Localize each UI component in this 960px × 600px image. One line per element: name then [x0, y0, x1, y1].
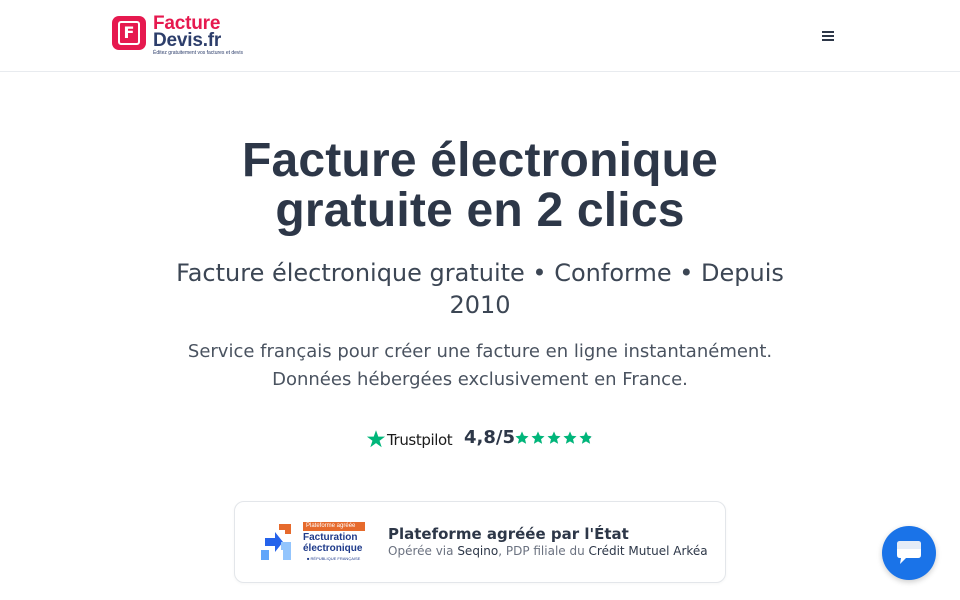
- rating-star-icon: [515, 431, 529, 444]
- hero-description: Service français pour créer une facture …: [150, 338, 810, 394]
- partner-name: Seqino: [457, 544, 499, 558]
- logo-mark-letter: F: [118, 21, 140, 45]
- logo-text-devis: Devis.fr: [153, 30, 222, 51]
- rating-star-icon: [547, 431, 561, 444]
- bank-name: Crédit Mutuel Arkéa: [588, 544, 708, 558]
- logo-mark-icon: F: [112, 16, 146, 50]
- badge-subtitle: Opérée via Seqino, PDP filiale du Crédit…: [388, 544, 708, 558]
- logo-tagline: Éditez gratuitement vos factures et devi…: [153, 50, 244, 56]
- facturation-electronique-logo: Plateforme agréée Facturation électroniq…: [259, 520, 369, 564]
- logo-name-line1: Facturation: [303, 532, 358, 543]
- approval-arrows-icon: [261, 524, 291, 560]
- hero-description-line2: Données hébergées exclusivement en Franc…: [272, 369, 688, 390]
- state-approval-badge: Plateforme agréée Facturation électroniq…: [234, 501, 726, 583]
- trustpilot-brand: Trustpilot: [387, 431, 453, 449]
- badge-title: Plateforme agréée par l'État: [388, 525, 629, 543]
- hero-title: Facture électronique gratuite en 2 clics: [140, 136, 820, 236]
- hamburger-icon: [816, 31, 840, 41]
- logo-name-line2: électronique: [303, 543, 363, 554]
- chat-button[interactable]: [882, 526, 936, 580]
- rating-star-icon: [531, 431, 545, 444]
- trustpilot-rating[interactable]: Trustpilot 4,8/5: [366, 426, 606, 452]
- hero-title-line1: Facture électronique: [241, 134, 719, 187]
- hero-title-line2: gratuite en 2 clics: [275, 184, 685, 237]
- rating-stars: [514, 430, 596, 448]
- rating-score: 4,8/5: [464, 427, 515, 448]
- site-header: F Facture Devis.fr Éditez gratuitement v…: [0, 0, 960, 72]
- logo-country: ■ RÉPUBLIQUE FRANÇAISE: [307, 556, 361, 561]
- logo-top-label: Plateforme agréée: [303, 522, 365, 531]
- hero-description-line1: Service français pour créer une facture …: [187, 341, 773, 362]
- rating-star-icon: [563, 431, 577, 444]
- menu-button[interactable]: [816, 26, 840, 46]
- hero-subtitle: Facture électronique gratuite • Conforme…: [176, 259, 784, 319]
- rating-star-icon: [579, 431, 593, 444]
- chat-bubble-icon: [897, 541, 921, 564]
- trustpilot-star-icon: [366, 430, 386, 448]
- site-logo[interactable]: F Facture Devis.fr Éditez gratuitement v…: [112, 14, 272, 58]
